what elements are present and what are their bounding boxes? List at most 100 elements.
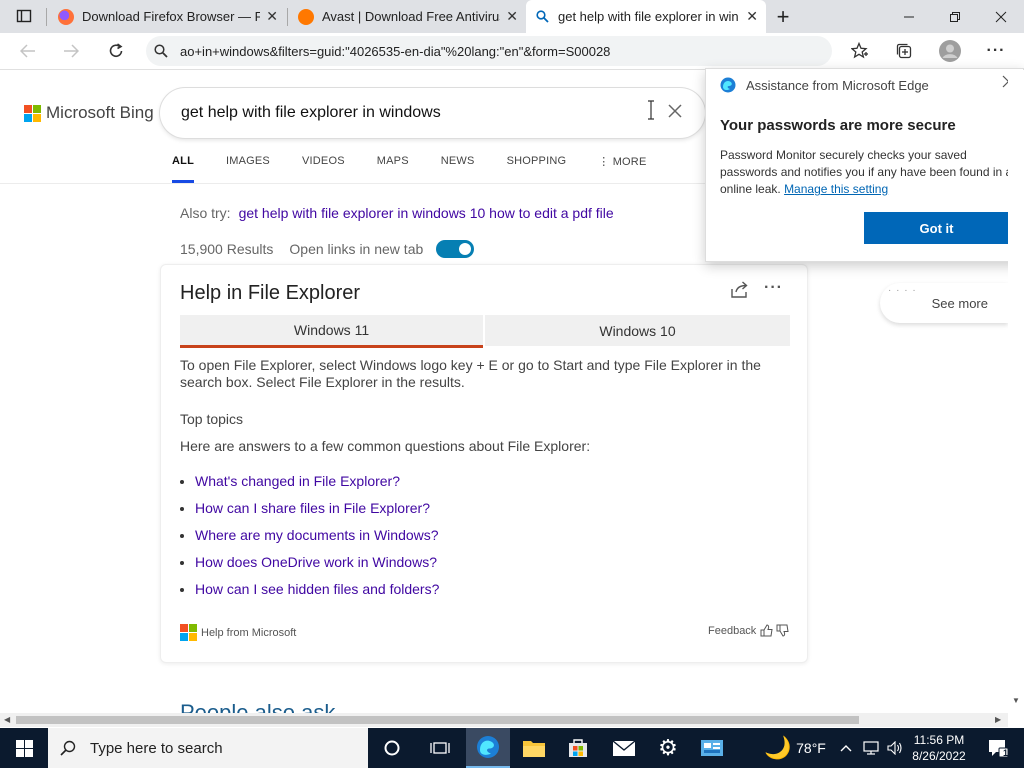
clear-search-icon[interactable]: [668, 104, 682, 123]
close-window-button[interactable]: [978, 0, 1024, 33]
help-from-label: Help from Microsoft: [201, 626, 297, 639]
open-links-toggle[interactable]: [436, 240, 475, 258]
bing-logo-text: Microsoft Bing: [46, 103, 154, 122]
bing-logo[interactable]: Microsoft Bing: [24, 103, 154, 123]
clock[interactable]: 11:56 PM 8/26/2022: [904, 732, 974, 764]
card-intro: Here are answers to a few common questio…: [180, 438, 591, 454]
search-query[interactable]: get help with file explorer in windows: [181, 104, 441, 122]
control-panel-icon[interactable]: [690, 728, 734, 768]
tab-strip: Download Firefox Browser — Fas ✕ Avast |…: [0, 0, 1024, 33]
top-topics-heading: Top topics: [180, 411, 244, 427]
share-icon[interactable]: [730, 281, 750, 304]
network-icon[interactable]: [860, 728, 882, 768]
refresh-icon[interactable]: [102, 37, 130, 65]
tab-title: get help with file explorer in win: [558, 9, 739, 24]
tab-firefox[interactable]: Download Firefox Browser — Fas ✕: [50, 0, 286, 33]
topic-link[interactable]: What's changed in File Explorer?: [180, 473, 439, 500]
open-links-label: Open links in new tab: [289, 241, 424, 257]
forward-icon[interactable]: [57, 37, 85, 65]
new-tab-button[interactable]: +: [760, 0, 806, 33]
file-explorer-icon[interactable]: [512, 728, 556, 768]
avast-icon: [298, 8, 314, 25]
volume-icon[interactable]: [884, 728, 906, 768]
notifications-icon[interactable]: 1: [978, 728, 1018, 768]
restore-button[interactable]: [932, 0, 978, 33]
taskbar-search-box[interactable]: Type here to search: [48, 728, 368, 768]
thumbs-down-icon[interactable]: [776, 624, 789, 637]
tab-separator: [46, 8, 47, 26]
more-icon[interactable]: ···: [764, 279, 783, 297]
close-tab-icon[interactable]: ✕: [266, 8, 278, 25]
manage-setting-link[interactable]: Manage this setting: [784, 182, 888, 196]
moon-weather-icon[interactable]: 🌙: [762, 728, 794, 768]
thumbs-up-icon[interactable]: [760, 624, 773, 637]
firefox-icon: [58, 8, 74, 25]
close-tab-icon[interactable]: ✕: [506, 8, 518, 25]
settings-icon[interactable]: ⚙: [646, 728, 690, 768]
scroll-left-icon[interactable]: ◀: [4, 715, 10, 724]
feedback-label: Feedback: [708, 624, 757, 637]
tab-all[interactable]: ALL: [172, 149, 194, 183]
dots-decoration-icon: · · · ·: [888, 285, 917, 296]
topic-link[interactable]: How can I share files in File Explorer?: [180, 500, 439, 527]
more-options-icon[interactable]: ···: [982, 37, 1010, 65]
scroll-thumb[interactable]: [16, 716, 859, 724]
topic-link[interactable]: Where are my documents in Windows?: [180, 527, 439, 554]
task-view-icon[interactable]: [418, 728, 462, 768]
edge-taskbar-icon[interactable]: [466, 728, 510, 768]
tab-maps[interactable]: MAPS: [377, 149, 409, 183]
topic-link[interactable]: How can I see hidden files and folders?: [180, 581, 439, 608]
results-count: 15,900 Results: [180, 241, 274, 257]
vertical-scrollbar[interactable]: ▼: [1008, 70, 1024, 713]
got-it-button[interactable]: Got it: [864, 212, 1009, 244]
notification-count: 1: [1003, 748, 1009, 758]
microsoft-logo-icon: [24, 104, 41, 122]
tab-title: Download Firefox Browser — Fas: [82, 9, 261, 24]
cortana-icon[interactable]: [370, 728, 414, 768]
start-button[interactable]: [0, 728, 48, 768]
close-tab-icon[interactable]: ✕: [746, 8, 758, 25]
tab-separator: [287, 8, 288, 26]
scroll-right-icon[interactable]: ▶: [995, 715, 1001, 724]
scroll-down-icon[interactable]: ▼: [1012, 696, 1020, 705]
mail-icon[interactable]: [602, 728, 646, 768]
also-try-label: Also try:: [180, 205, 231, 221]
tab-actions-icon[interactable]: [10, 2, 38, 30]
search-icon: [534, 9, 550, 25]
card-paragraph: To open File Explorer, select Windows lo…: [180, 357, 761, 390]
tab-windows-10[interactable]: Windows 10: [485, 315, 790, 346]
tab-windows-11[interactable]: Windows 11: [180, 315, 483, 348]
tab-shopping[interactable]: SHOPPING: [507, 149, 567, 183]
search-icon: [154, 44, 168, 58]
feedback: Feedback: [708, 624, 789, 637]
see-more-label: See more: [931, 295, 988, 311]
favorites-icon[interactable]: [846, 37, 874, 65]
see-more-button[interactable]: · · · · See more: [880, 283, 1008, 323]
clock-date: 8/26/2022: [912, 749, 966, 763]
microsoft-logo-icon: [180, 624, 197, 641]
also-try: Also try: get help with file explorer in …: [180, 205, 614, 221]
results-bar: 15,900 Results Open links in new tab: [180, 240, 475, 258]
tab-news[interactable]: NEWS: [441, 149, 475, 183]
search-icon: [60, 740, 76, 756]
url-text[interactable]: ao+in+windows&filters=guid:"4026535-en-d…: [180, 44, 610, 59]
horizontal-scrollbar[interactable]: ◀ ▶: [0, 713, 1008, 727]
popup-body: Password Monitor securely checks your sa…: [720, 147, 1020, 198]
tab-avast[interactable]: Avast | Download Free Antivirus & ✕: [290, 0, 526, 33]
tab-bing-active[interactable]: get help with file explorer in win ✕: [526, 0, 766, 33]
tab-more[interactable]: ⋮ MORE: [598, 149, 646, 183]
back-icon[interactable]: [14, 37, 42, 65]
also-try-link[interactable]: get help with file explorer in windows 1…: [239, 205, 614, 221]
minimize-button[interactable]: [886, 0, 932, 33]
profile-avatar[interactable]: [936, 37, 964, 65]
topic-link[interactable]: How does OneDrive work in Windows?: [180, 554, 439, 581]
address-bar[interactable]: ao+in+windows&filters=guid:"4026535-en-d…: [146, 36, 832, 66]
tab-videos[interactable]: VIDEOS: [302, 149, 345, 183]
tab-images[interactable]: IMAGES: [226, 149, 270, 183]
help-from-microsoft[interactable]: Help from Microsoft: [180, 624, 296, 641]
store-icon[interactable]: [556, 728, 600, 768]
weather-temp[interactable]: 78°F: [792, 728, 830, 768]
collections-icon[interactable]: [890, 37, 918, 65]
chevron-up-icon[interactable]: [836, 728, 856, 768]
search-input[interactable]: get help with file explorer in windows: [160, 88, 705, 138]
